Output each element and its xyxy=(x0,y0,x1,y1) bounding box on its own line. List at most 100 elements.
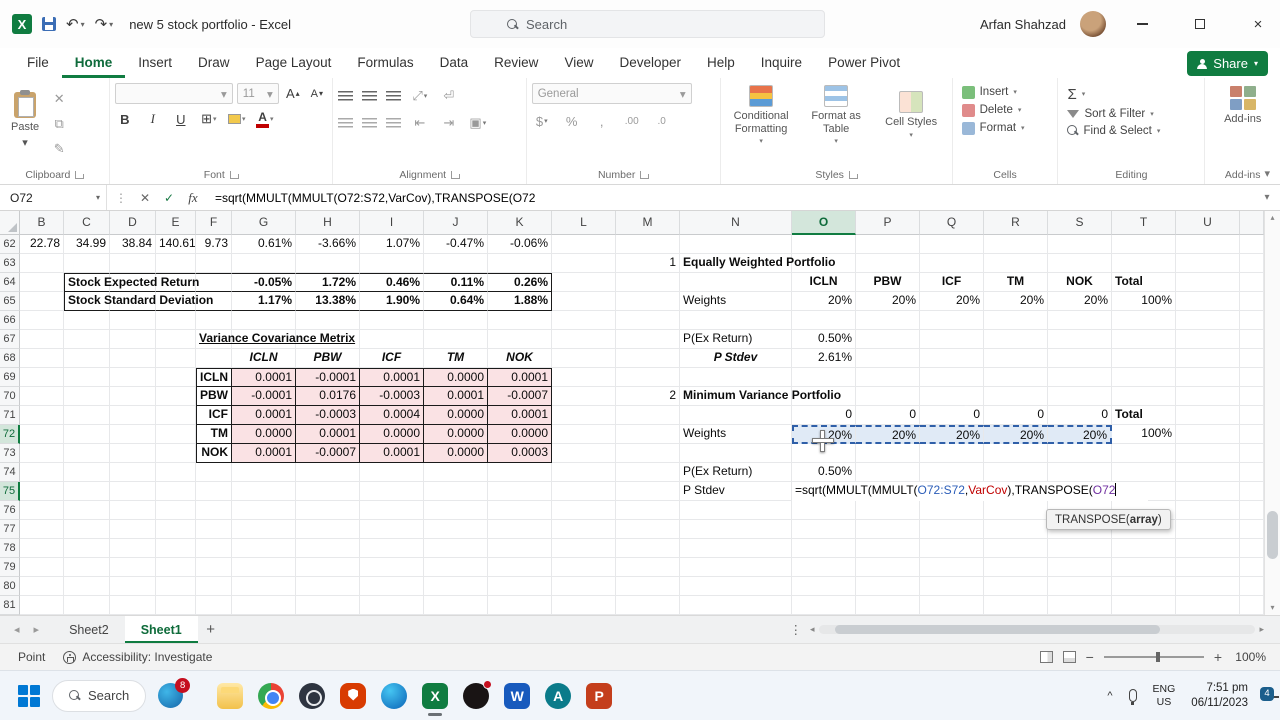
cell-C66[interactable] xyxy=(64,311,110,330)
cell-X75[interactable] xyxy=(1240,482,1264,501)
cell-H77[interactable] xyxy=(296,520,360,539)
cell-R79[interactable] xyxy=(984,558,1048,577)
cell-T71[interactable]: Total xyxy=(1112,406,1176,425)
cell-F78[interactable] xyxy=(196,539,232,558)
cell-O67[interactable]: 0.50% xyxy=(792,330,856,349)
cell-T67[interactable] xyxy=(1112,330,1176,349)
cell-O75[interactable]: =sqrt(MMULT(MMULT(O72:S72,VarCov),TRANSP… xyxy=(792,482,1148,501)
cell-R73[interactable] xyxy=(984,444,1048,463)
cell-J77[interactable] xyxy=(424,520,488,539)
confirm-entry-button[interactable]: ✓ xyxy=(157,191,181,205)
cancel-entry-button[interactable]: ✕ xyxy=(133,191,157,205)
cell-K72[interactable]: 0.0000 xyxy=(488,425,552,444)
taskbar-app-assistant[interactable]: A xyxy=(545,682,572,709)
borders-button[interactable]: ⊞ ▾ xyxy=(199,109,219,129)
column-header-blank[interactable] xyxy=(1240,211,1264,235)
zoom-level[interactable]: 100% xyxy=(1232,650,1266,664)
cell-B64[interactable] xyxy=(20,273,64,292)
insert-cells-button[interactable]: Insert ▾ xyxy=(958,83,1053,101)
row-header-74[interactable]: 74 xyxy=(0,463,20,482)
undo-button[interactable]: ↶ ▾ xyxy=(66,15,85,33)
styles-dialog-launcher[interactable] xyxy=(848,171,857,179)
cell-K65[interactable]: 1.88% xyxy=(488,292,552,311)
cell-J66[interactable] xyxy=(424,311,488,330)
cell-P77[interactable] xyxy=(856,520,920,539)
cell-F68[interactable] xyxy=(196,349,232,368)
cell-M77[interactable] xyxy=(616,520,680,539)
cell-T74[interactable] xyxy=(1112,463,1176,482)
clock[interactable]: 7:51 pm 06/11/2023 xyxy=(1191,681,1248,710)
cell-N74[interactable]: P(Ex Return) xyxy=(680,463,792,482)
cell-M75[interactable] xyxy=(616,482,680,501)
tab-view[interactable]: View xyxy=(551,48,606,78)
select-all-corner[interactable] xyxy=(0,211,20,235)
clipboard-dialog-launcher[interactable] xyxy=(75,171,84,179)
cell-D77[interactable] xyxy=(110,520,156,539)
row-header-68[interactable]: 68 xyxy=(0,349,20,368)
cell-I71[interactable]: 0.0004 xyxy=(360,406,424,425)
taskbar-search[interactable]: Search xyxy=(52,679,147,712)
cell-M76[interactable] xyxy=(616,501,680,520)
cell-R69[interactable] xyxy=(984,368,1048,387)
cell-F70[interactable]: PBW xyxy=(196,387,232,406)
cell-B78[interactable] xyxy=(20,539,64,558)
cell-E70[interactable] xyxy=(156,387,196,406)
minimize-button[interactable] xyxy=(1120,0,1164,48)
column-header-C[interactable]: C xyxy=(64,211,110,235)
cell-H74[interactable] xyxy=(296,463,360,482)
tab-help[interactable]: Help xyxy=(694,48,748,78)
cell-G63[interactable] xyxy=(232,254,296,273)
tab-formulas[interactable]: Formulas xyxy=(344,48,426,78)
cell-L73[interactable] xyxy=(552,444,616,463)
cell-F67[interactable]: Variance Covariance Metrix xyxy=(196,330,355,349)
cell-X72[interactable] xyxy=(1240,425,1264,444)
comma-button[interactable]: , xyxy=(592,111,612,131)
cell-K80[interactable] xyxy=(488,577,552,596)
cell-B74[interactable] xyxy=(20,463,64,482)
cell-F66[interactable] xyxy=(196,311,232,330)
copy-button[interactable]: ⧉ xyxy=(49,114,69,134)
expand-formula-bar-button[interactable]: ▾ xyxy=(1254,185,1280,210)
cell-C77[interactable] xyxy=(64,520,110,539)
cell-G81[interactable] xyxy=(232,596,296,615)
cell-J63[interactable] xyxy=(424,254,488,273)
cell-U65[interactable] xyxy=(1176,292,1240,311)
cell-E79[interactable] xyxy=(156,558,196,577)
cell-F72[interactable]: TM xyxy=(196,425,232,444)
underline-button[interactable]: U xyxy=(171,109,191,129)
cell-E74[interactable] xyxy=(156,463,196,482)
cell-K75[interactable] xyxy=(488,482,552,501)
cell-J68[interactable]: TM xyxy=(424,349,488,368)
cell-K63[interactable] xyxy=(488,254,552,273)
format-painter-button[interactable]: ✎ xyxy=(49,139,69,159)
cell-B65[interactable] xyxy=(20,292,64,311)
taskbar-app-chrome[interactable] xyxy=(258,682,285,709)
cell-Q77[interactable] xyxy=(920,520,984,539)
insert-function-button[interactable]: fx xyxy=(181,190,205,206)
cell-L67[interactable] xyxy=(552,330,616,349)
cell-T80[interactable] xyxy=(1112,577,1176,596)
cell-X77[interactable] xyxy=(1240,520,1264,539)
cell-K64[interactable]: 0.26% xyxy=(488,273,552,292)
cell-B76[interactable] xyxy=(20,501,64,520)
bold-button[interactable]: B xyxy=(115,109,135,129)
tab-review[interactable]: Review xyxy=(481,48,551,78)
align-middle-icon[interactable] xyxy=(361,90,377,102)
cell-O71[interactable]: 0 xyxy=(792,406,856,425)
cell-K77[interactable] xyxy=(488,520,552,539)
cell-G64[interactable]: -0.05% xyxy=(232,273,296,292)
cell-E68[interactable] xyxy=(156,349,196,368)
cell-G78[interactable] xyxy=(232,539,296,558)
font-dialog-launcher[interactable] xyxy=(229,171,238,179)
paste-button[interactable]: Paste ▾ xyxy=(5,89,45,152)
cell-D72[interactable] xyxy=(110,425,156,444)
cell-I62[interactable]: 1.07% xyxy=(360,235,424,254)
cell-P67[interactable] xyxy=(856,330,920,349)
cell-G71[interactable]: 0.0001 xyxy=(232,406,296,425)
cell-R78[interactable] xyxy=(984,539,1048,558)
cell-H71[interactable]: -0.0003 xyxy=(296,406,360,425)
cell-B79[interactable] xyxy=(20,558,64,577)
align-left-icon[interactable] xyxy=(337,117,353,129)
cell-L64[interactable] xyxy=(552,273,616,292)
cell-G66[interactable] xyxy=(232,311,296,330)
